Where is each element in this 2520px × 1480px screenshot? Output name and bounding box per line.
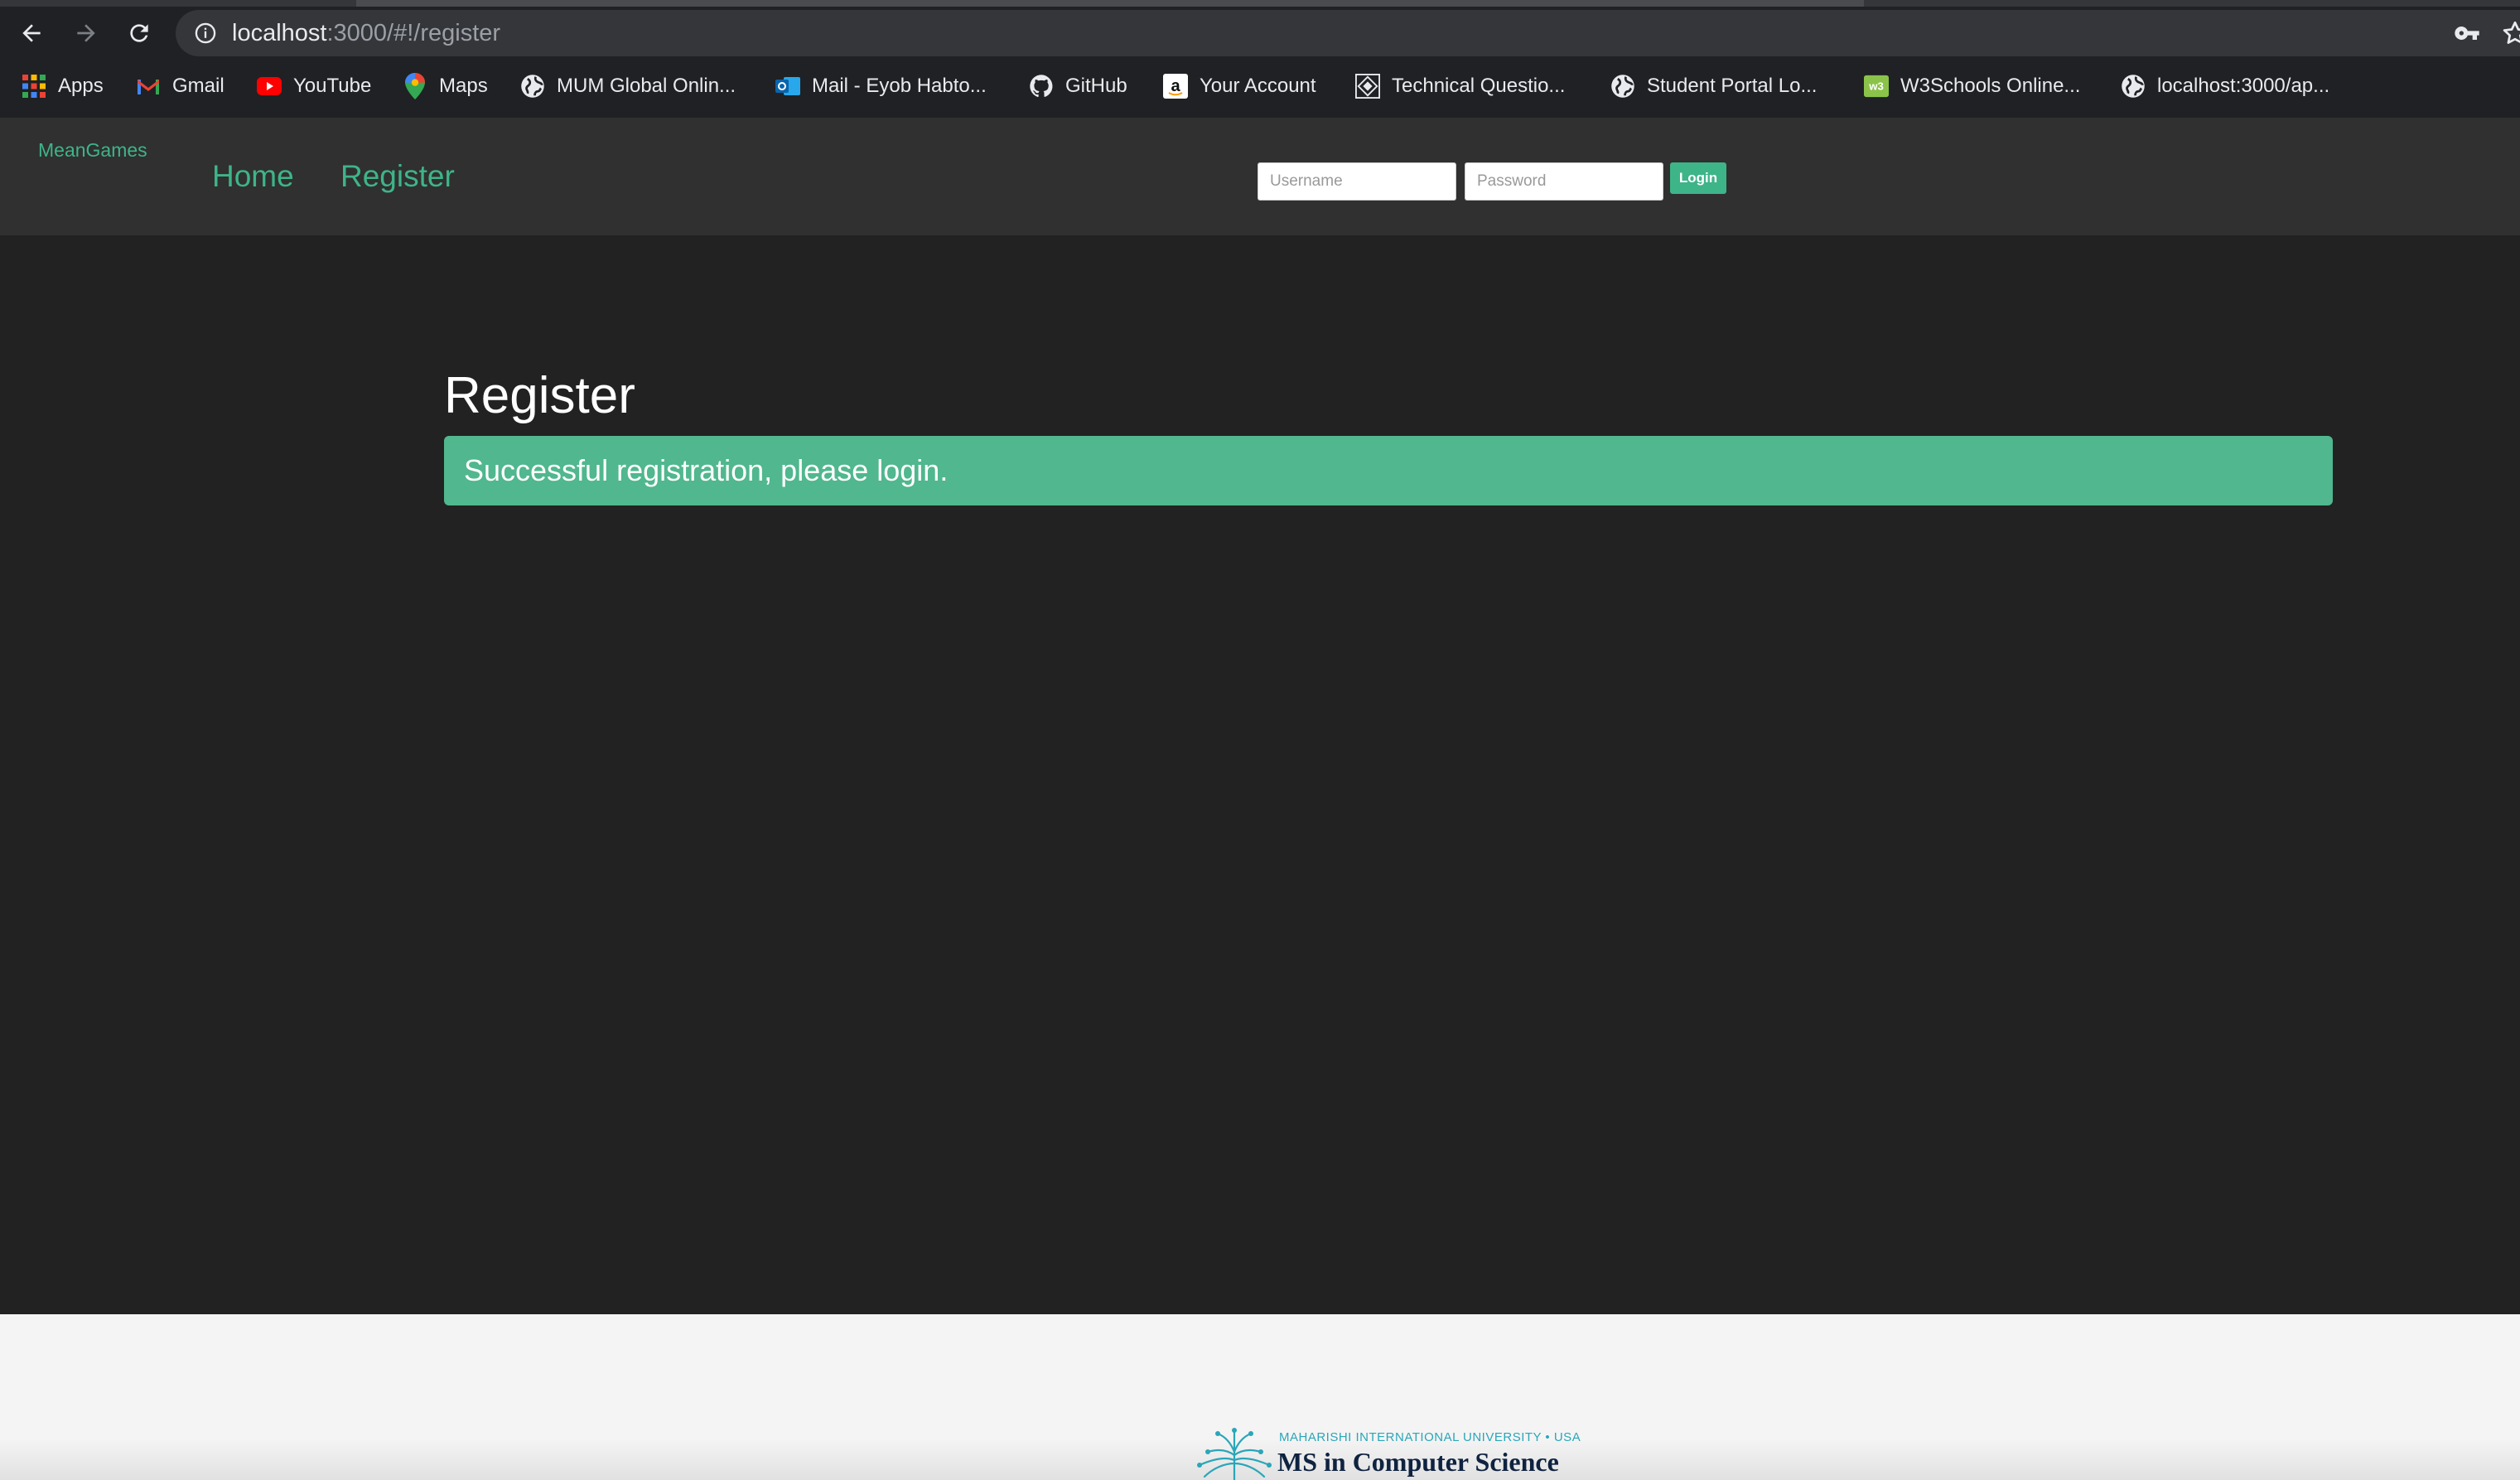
globe-icon	[520, 74, 545, 99]
login-button[interactable]: Login	[1670, 162, 1726, 194]
nav-register-link[interactable]: Register	[340, 159, 455, 194]
amazon-icon: a	[1163, 74, 1188, 99]
success-alert: Successful registration, please login.	[444, 436, 2333, 505]
bookmark-label: Mail - Eyob Habto...	[812, 75, 987, 97]
university-logo: MAHARISHI INTERNATIONAL UNIVERSITY • USA…	[1193, 1427, 1582, 1480]
bookmark-youtube[interactable]: YouTube	[257, 68, 371, 104]
bookmark-localhost[interactable]: localhost:3000/ap...	[2121, 68, 2329, 104]
site-icon	[1355, 74, 1380, 99]
page-title: Register	[444, 367, 635, 424]
username-input[interactable]	[1258, 162, 1456, 201]
bookmark-apps[interactable]: Apps	[22, 68, 104, 104]
bookmark-label: localhost:3000/ap...	[2157, 75, 2330, 97]
tab-strip	[0, 0, 2520, 7]
bookmark-w3schools[interactable]: w3 W3Schools Online...	[1864, 68, 2080, 104]
active-tab[interactable]	[356, 0, 1864, 7]
youtube-icon	[257, 74, 282, 99]
forward-arrow-icon	[77, 24, 95, 42]
bookmark-your-account[interactable]: a Your Account	[1163, 68, 1316, 104]
browser-toolbar: localhost:3000/#!/register	[0, 7, 2520, 60]
bookmark-star-icon[interactable]	[2500, 18, 2520, 48]
site-navbar: MeanGames Home Register Login	[0, 118, 2520, 235]
bookmark-github[interactable]: GitHub	[1029, 68, 1127, 104]
svg-text:a: a	[1171, 77, 1180, 95]
bookmark-label: Student Portal Lo...	[1647, 75, 1818, 97]
bookmark-label: MUM Global Onlin...	[557, 75, 736, 97]
back-button[interactable]	[10, 12, 53, 55]
bookmark-label: W3Schools Online...	[1900, 75, 2081, 97]
browser-chrome: localhost:3000/#!/register Apps Gmail Yo…	[0, 0, 2520, 118]
outlook-icon	[775, 74, 800, 99]
footer: MAHARISHI INTERNATIONAL UNIVERSITY • USA…	[0, 1314, 2520, 1480]
globe-icon	[1610, 74, 1635, 99]
key-icon[interactable]	[2454, 20, 2480, 46]
maps-pin-icon	[403, 73, 427, 99]
w3schools-icon: w3	[1864, 74, 1889, 99]
reload-button[interactable]	[118, 12, 161, 55]
url-text[interactable]: localhost:3000/#!/register	[232, 18, 500, 48]
svg-text:w3: w3	[1868, 80, 1884, 93]
bookmark-mum-global[interactable]: MUM Global Onlin...	[520, 68, 736, 104]
bookmark-mail[interactable]: Mail - Eyob Habto...	[775, 68, 987, 104]
url-path: :3000/#!/register	[326, 20, 501, 46]
back-arrow-icon	[22, 24, 41, 42]
tree-logo-icon	[1197, 1428, 1272, 1480]
gmail-icon	[136, 74, 161, 99]
forward-button[interactable]	[65, 12, 108, 55]
bookmark-gmail[interactable]: Gmail	[136, 68, 224, 104]
password-input[interactable]	[1465, 162, 1663, 201]
program-name: MS in Computer Science	[1277, 1447, 1559, 1477]
main-content: Register Successful registration, please…	[0, 235, 2520, 1314]
bookmark-label: Gmail	[172, 75, 224, 97]
bookmark-label: GitHub	[1065, 75, 1127, 97]
brand-link[interactable]: MeanGames	[38, 139, 147, 162]
bookmark-label: Apps	[58, 75, 104, 97]
bookmark-label: Technical Questio...	[1392, 75, 1566, 97]
bookmark-maps[interactable]: Maps	[403, 68, 488, 104]
bookmarks-bar: Apps Gmail YouTube Maps MUM Global Onlin…	[0, 63, 2520, 109]
university-name: MAHARISHI INTERNATIONAL UNIVERSITY • USA	[1279, 1430, 1581, 1444]
reload-icon	[130, 24, 148, 42]
bookmark-label: Maps	[439, 75, 488, 97]
bookmark-label: YouTube	[293, 75, 372, 97]
apps-grid-icon	[22, 74, 46, 99]
address-bar[interactable]: localhost:3000/#!/register	[176, 10, 2520, 56]
bookmark-technical-questions[interactable]: Technical Questio...	[1355, 68, 1565, 104]
url-host: localhost	[232, 20, 327, 46]
bookmark-student-portal[interactable]: Student Portal Lo...	[1610, 68, 1817, 104]
bookmark-label: Your Account	[1200, 75, 1316, 97]
globe-icon	[2121, 74, 2146, 99]
info-icon[interactable]	[194, 22, 217, 45]
github-icon	[1029, 74, 1054, 99]
nav-home-link[interactable]: Home	[212, 159, 294, 194]
